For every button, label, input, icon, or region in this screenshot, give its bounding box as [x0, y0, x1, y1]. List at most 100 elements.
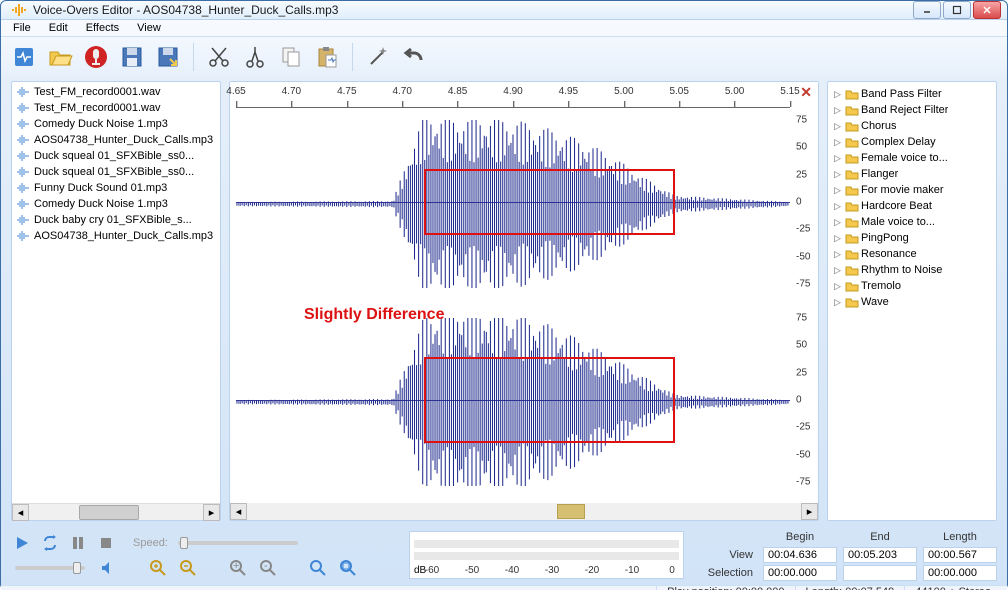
- pause-button[interactable]: [67, 533, 89, 553]
- speaker-icon[interactable]: [97, 558, 119, 578]
- cut-button[interactable]: [202, 40, 236, 74]
- loop-button[interactable]: [39, 533, 61, 553]
- file-item[interactable]: Comedy Duck Noise 1.mp3: [12, 196, 220, 212]
- play-button[interactable]: [11, 533, 33, 553]
- wand-button[interactable]: [361, 40, 395, 74]
- tree-expand-icon[interactable]: ▷: [832, 281, 843, 292]
- sel-end-input[interactable]: [843, 565, 917, 581]
- tree-expand-icon[interactable]: ▷: [832, 169, 843, 180]
- tree-expand-icon[interactable]: ▷: [832, 249, 843, 260]
- effect-item[interactable]: ▷ Band Pass Filter: [830, 86, 994, 102]
- meter-db-label: dB: [414, 565, 426, 576]
- file-item[interactable]: Duck squeal 01_SFXBible_ss0...: [12, 148, 220, 164]
- file-item[interactable]: Duck squeal 01_SFXBible_ss0...: [12, 164, 220, 180]
- row-view-label: View: [702, 549, 757, 561]
- zoom-in-h-button[interactable]: [147, 557, 169, 579]
- open-button[interactable]: [43, 40, 77, 74]
- new-button[interactable]: [7, 40, 41, 74]
- file-item[interactable]: AOS04738_Hunter_Duck_Calls.mp3: [12, 132, 220, 148]
- saveas-button[interactable]: [151, 40, 185, 74]
- waveform-icon: [16, 134, 30, 146]
- ruler-tick: 5.05: [669, 86, 688, 97]
- undo-button[interactable]: [397, 40, 431, 74]
- zoom-out-h-button[interactable]: [177, 557, 199, 579]
- sel-begin-input[interactable]: [763, 565, 837, 581]
- ruler-tick: 4.95: [559, 86, 578, 97]
- effect-item[interactable]: ▷ Chorus: [830, 118, 994, 134]
- file-item-label: Test_FM_record0001.wav: [34, 102, 161, 114]
- maximize-button[interactable]: [943, 1, 971, 19]
- row-selection-label: Selection: [702, 567, 757, 579]
- effect-item[interactable]: ▷ Complex Delay: [830, 134, 994, 150]
- file-item[interactable]: AOS04738_Hunter_Duck_Calls.mp3: [12, 228, 220, 244]
- menu-edit[interactable]: Edit: [41, 20, 76, 36]
- effect-item[interactable]: ▷ For movie maker: [830, 182, 994, 198]
- zoom-in-v-button[interactable]: +: [227, 557, 249, 579]
- y-tick: 50: [796, 340, 807, 351]
- paste-button[interactable]: [310, 40, 344, 74]
- tree-expand-icon[interactable]: ▷: [832, 233, 843, 244]
- file-list-hscrollbar[interactable]: ◂▸: [12, 503, 220, 520]
- file-item[interactable]: Comedy Duck Noise 1.mp3: [12, 116, 220, 132]
- toolbar: [1, 37, 1007, 77]
- menu-effects[interactable]: Effects: [78, 20, 127, 36]
- tree-expand-icon[interactable]: ▷: [832, 121, 843, 132]
- folder-icon: [845, 183, 859, 197]
- effect-item[interactable]: ▷ Wave: [830, 294, 994, 310]
- meter-tick: -40: [505, 565, 519, 576]
- effect-item[interactable]: ▷ Rhythm to Noise: [830, 262, 994, 278]
- sel-length-input[interactable]: [923, 565, 997, 581]
- tree-expand-icon[interactable]: ▷: [832, 137, 843, 148]
- record-button[interactable]: [79, 40, 113, 74]
- file-item[interactable]: Test_FM_record0001.wav: [12, 100, 220, 116]
- copy-button[interactable]: [274, 40, 308, 74]
- tree-expand-icon[interactable]: ▷: [832, 185, 843, 196]
- minimize-button[interactable]: [913, 1, 941, 19]
- folder-icon: [845, 151, 859, 165]
- tree-expand-icon[interactable]: ▷: [832, 297, 843, 308]
- waveform-hscrollbar[interactable]: ◂▸: [230, 503, 818, 520]
- effect-item[interactable]: ▷ Tremolo: [830, 278, 994, 294]
- save-button[interactable]: [115, 40, 149, 74]
- status-play-position: Play position: 00:00.000: [656, 586, 794, 590]
- speed-slider[interactable]: [178, 541, 298, 545]
- effect-item[interactable]: ▷ Male voice to...: [830, 214, 994, 230]
- effect-label: Flanger: [861, 168, 898, 180]
- menu-file[interactable]: File: [5, 20, 39, 36]
- tree-expand-icon[interactable]: ▷: [832, 201, 843, 212]
- zoom-sel-button[interactable]: [307, 557, 329, 579]
- zoom-out-v-button[interactable]: -: [257, 557, 279, 579]
- waveform-area[interactable]: 7550250-25-50-75 7550250-25-50-75 Slight…: [236, 108, 790, 503]
- tree-expand-icon[interactable]: ▷: [832, 89, 843, 100]
- view-length-input[interactable]: [923, 547, 997, 563]
- close-file-icon[interactable]: ✕: [800, 84, 812, 101]
- file-item[interactable]: Test_FM_record0001.wav: [12, 84, 220, 100]
- time-ruler[interactable]: 4.654.704.754.704.854.904.955.005.055.00…: [236, 86, 790, 108]
- file-item-label: Duck squeal 01_SFXBible_ss0...: [34, 166, 194, 178]
- effect-item[interactable]: ▷ Female voice to...: [830, 150, 994, 166]
- effect-item[interactable]: ▷ Flanger: [830, 166, 994, 182]
- ruler-tick: 4.90: [503, 86, 522, 97]
- ruler-tick: 4.75: [337, 86, 356, 97]
- tree-expand-icon[interactable]: ▷: [832, 105, 843, 116]
- view-end-input[interactable]: [843, 547, 917, 563]
- zoom-fit-button[interactable]: [337, 557, 359, 579]
- effect-label: Tremolo: [861, 280, 901, 292]
- tree-expand-icon[interactable]: ▷: [832, 153, 843, 164]
- effect-item[interactable]: ▷ Resonance: [830, 246, 994, 262]
- split-button[interactable]: [238, 40, 272, 74]
- tree-expand-icon[interactable]: ▷: [832, 217, 843, 228]
- volume-slider[interactable]: [15, 566, 85, 570]
- speed-label: Speed:: [133, 537, 168, 549]
- close-button[interactable]: [973, 1, 1001, 19]
- folder-icon: [845, 119, 859, 133]
- view-begin-input[interactable]: [763, 547, 837, 563]
- effect-item[interactable]: ▷ PingPong: [830, 230, 994, 246]
- file-item[interactable]: Funny Duck Sound 01.mp3: [12, 180, 220, 196]
- stop-button[interactable]: [95, 533, 117, 553]
- file-item[interactable]: Duck baby cry 01_SFXBible_s...: [12, 212, 220, 228]
- effect-item[interactable]: ▷ Hardcore Beat: [830, 198, 994, 214]
- effect-item[interactable]: ▷ Band Reject Filter: [830, 102, 994, 118]
- tree-expand-icon[interactable]: ▷: [832, 265, 843, 276]
- menu-view[interactable]: View: [129, 20, 169, 36]
